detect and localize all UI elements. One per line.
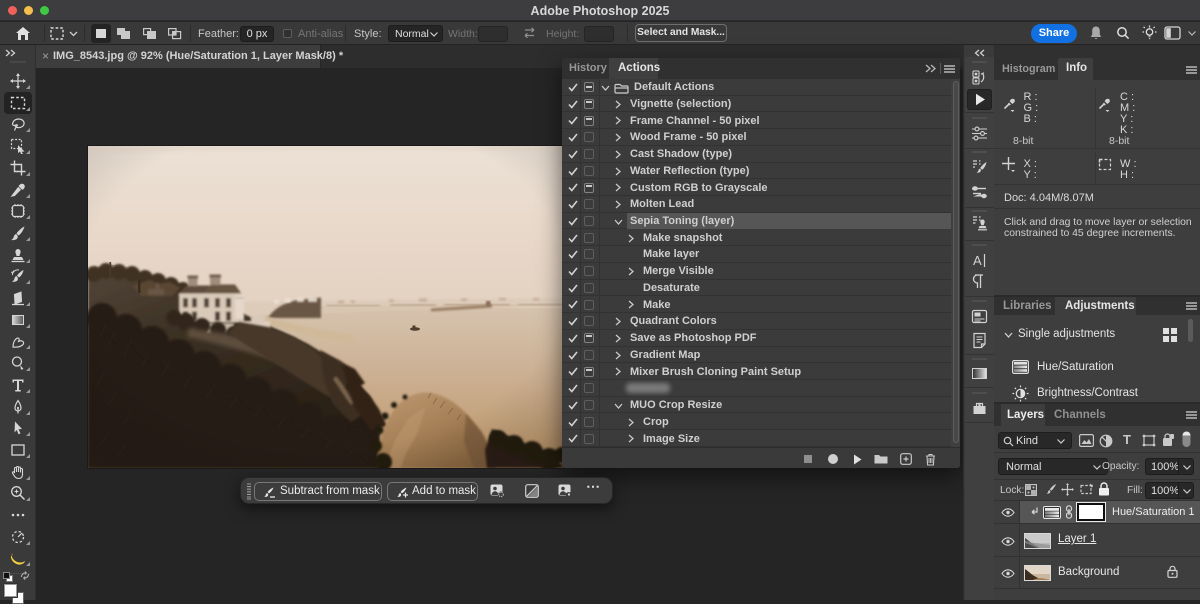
svg-text:A: A — [973, 253, 982, 268]
